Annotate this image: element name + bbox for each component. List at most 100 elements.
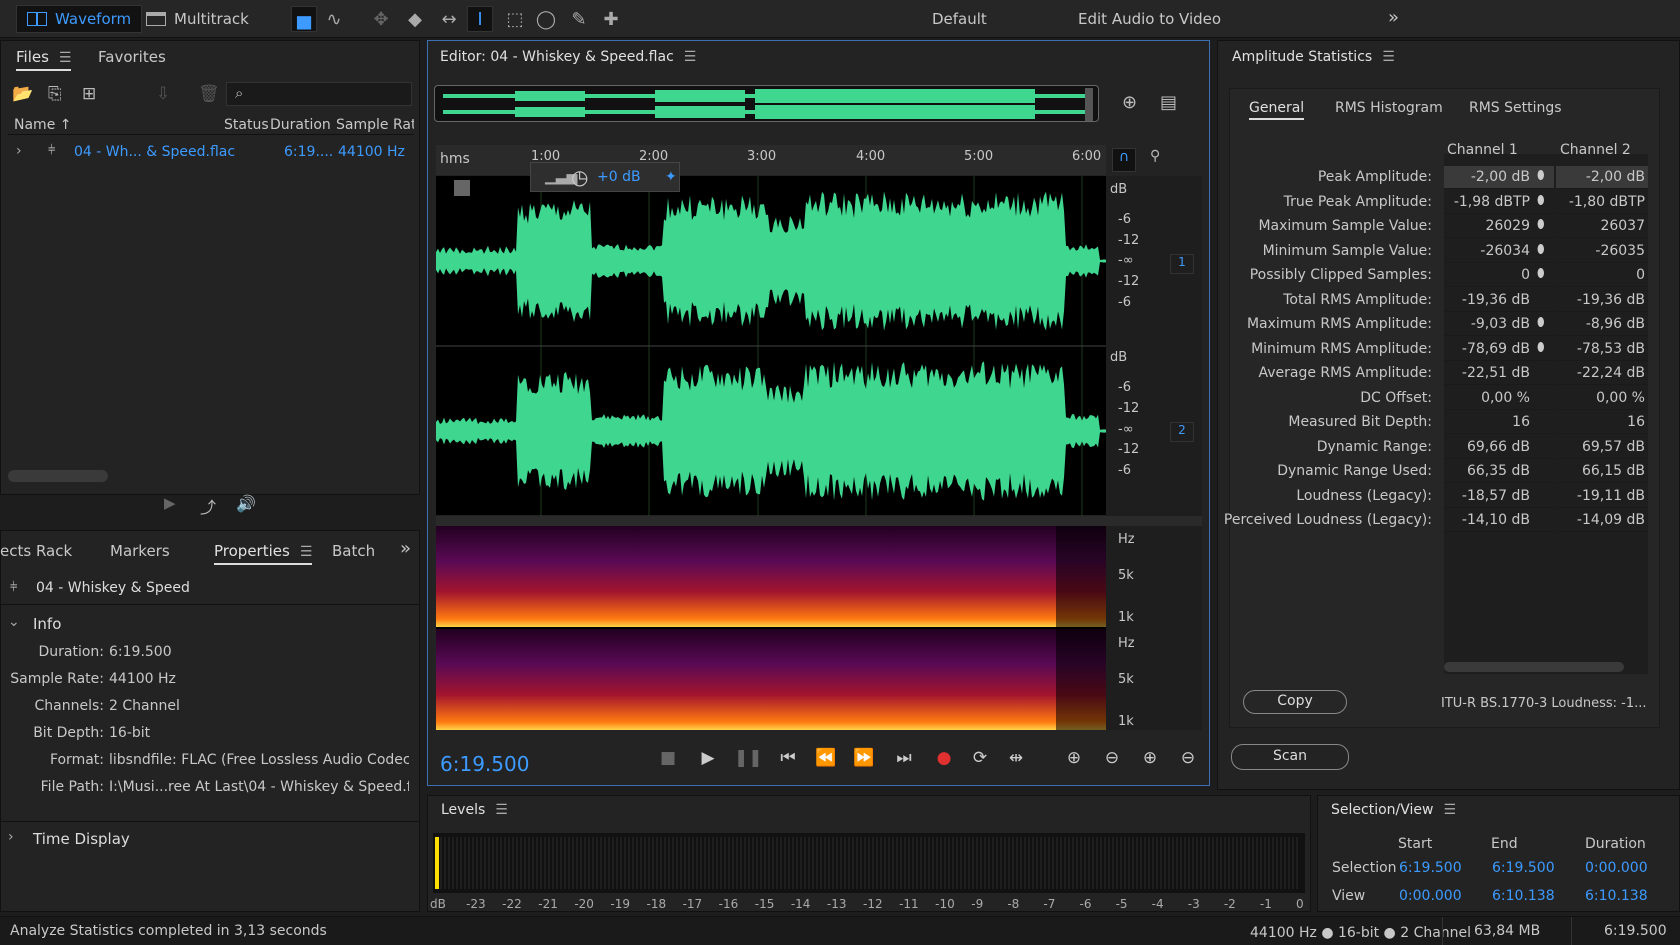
info-section[interactable]: Info — [33, 615, 61, 633]
copy-button[interactable]: Copy — [1243, 690, 1347, 714]
move-tool-icon[interactable]: ✥ — [368, 6, 394, 32]
new-file-icon[interactable]: ⊞ — [82, 84, 96, 104]
selection-end[interactable]: 6:19.500 — [1492, 860, 1555, 876]
skip-to-end-icon[interactable]: ⏭ — [890, 748, 918, 772]
stop-icon[interactable]: ■ — [654, 748, 682, 772]
current-time[interactable]: 6:19.500 — [440, 752, 529, 776]
menu-icon[interactable]: ☰ — [495, 802, 508, 818]
rewind-icon[interactable]: ⏪ — [812, 748, 840, 772]
workspace-edit-audio-to-video[interactable]: Edit Audio to Video — [1078, 10, 1221, 28]
scan-button[interactable]: Scan — [1231, 744, 1349, 770]
record-icon[interactable]: ● — [930, 748, 958, 772]
go-to-marker-icon[interactable]: ⬮ — [1537, 217, 1545, 232]
stats-scrollbar[interactable] — [1444, 662, 1624, 672]
level-meter — [433, 833, 1305, 893]
col-sample-rate[interactable]: Sample Rate — [336, 117, 414, 133]
zoom-in-time-icon[interactable]: ⊕ — [1136, 748, 1164, 772]
skip-to-start-icon[interactable]: ⏮ — [774, 748, 802, 772]
tab-properties[interactable]: Properties ☰ — [214, 542, 313, 565]
time-display-section[interactable]: Time Display — [33, 830, 130, 848]
files-search-input[interactable]: ⌕ — [226, 82, 412, 106]
go-to-marker-icon[interactable]: ⬮ — [1537, 242, 1545, 257]
view-end[interactable]: 6:10.138 — [1492, 888, 1555, 904]
menu-icon[interactable]: ☰ — [684, 49, 697, 65]
tab-rms-settings[interactable]: RMS Settings — [1469, 100, 1562, 116]
fast-forward-icon[interactable]: ⏩ — [850, 748, 878, 772]
waveform-settings-icon[interactable]: ▤ — [1160, 92, 1177, 113]
stat-value-ch1: -22,51 dB — [1444, 362, 1554, 385]
loop-playback-icon[interactable]: ⟳ — [966, 748, 994, 772]
stat-value-ch2: -14,09 dB — [1556, 509, 1648, 532]
import-file-icon[interactable]: ⎘ — [48, 84, 62, 104]
spectral-view-icon[interactable]: ∿ — [321, 6, 347, 32]
tab-files[interactable]: Files ☰ — [16, 48, 72, 71]
skip-selection-icon[interactable]: ⇹ — [1002, 748, 1030, 772]
multitrack-mode-button[interactable]: Multitrack — [136, 5, 259, 33]
col-name[interactable]: Name ↑ — [14, 117, 72, 133]
menu-icon[interactable]: ☰ — [1382, 49, 1395, 65]
go-to-marker-icon[interactable]: ⬮ — [1537, 193, 1545, 208]
ruler-unit: hms — [440, 151, 470, 167]
insert-icon[interactable]: ⇩ — [156, 84, 170, 104]
waveform-view-icon[interactable]: ▅ — [291, 6, 317, 32]
stat-value-ch2: 0 — [1556, 264, 1648, 287]
file-name[interactable]: 04 - Wh... & Speed.flac — [74, 144, 235, 160]
slip-tool-icon[interactable]: ↔ — [436, 6, 462, 32]
waveform-mode-button[interactable]: Waveform — [16, 5, 143, 33]
tab-rms-histogram[interactable]: RMS Histogram — [1335, 100, 1443, 116]
col-status[interactable]: Status — [224, 117, 269, 133]
col-duration[interactable]: Duration — [270, 117, 331, 133]
zoom-to-fit-icon[interactable]: ⊕ — [1122, 92, 1137, 113]
collapse-icon[interactable]: ⌄ — [8, 614, 20, 630]
go-to-marker-icon[interactable]: ⬮ — [1537, 315, 1545, 330]
go-to-marker-icon[interactable]: ⬮ — [1537, 168, 1545, 183]
marker-icon[interactable]: ⚲ — [1150, 148, 1160, 164]
menu-icon[interactable]: ☰ — [1443, 802, 1456, 818]
expand-icon[interactable]: › — [16, 143, 22, 159]
overview-navigator[interactable] — [434, 85, 1099, 122]
spectral-display[interactable] — [436, 526, 1106, 730]
tab-effects-rack[interactable]: ects Rack — [0, 542, 72, 560]
razor-tool-icon[interactable]: ◆ — [402, 6, 428, 32]
more-workspaces-icon[interactable]: » — [1388, 7, 1399, 28]
workspace-default[interactable]: Default — [932, 10, 987, 28]
info-label: File Path: — [40, 779, 104, 795]
view-duration[interactable]: 6:10.138 — [1585, 888, 1648, 904]
meter-label: -22 — [502, 897, 522, 911]
zoom-out-time-icon[interactable]: ⊖ — [1174, 748, 1202, 772]
stat-label: True Peak Amplitude: — [1283, 193, 1432, 210]
pause-icon[interactable]: ❚❚ — [734, 748, 763, 772]
go-to-marker-icon[interactable]: ⬮ — [1537, 266, 1545, 281]
meter-label: -15 — [754, 897, 775, 911]
hz-label: Hz — [1118, 636, 1135, 651]
lasso-tool-icon[interactable]: ◯ — [533, 6, 559, 32]
spot-healing-icon[interactable]: ✚ — [598, 6, 624, 32]
stats-row: Minimum RMS Amplitude: -78,69 dB ⬮ -78,53 d… — [0, 338, 1680, 362]
meter-ticks — [440, 837, 1298, 889]
delete-icon[interactable]: 🗑 — [198, 84, 220, 104]
expand-icon[interactable]: › — [8, 829, 14, 845]
stats-row: Maximum Sample Value: 26029 ⬮ 26037 — [0, 215, 1680, 239]
tab-batch[interactable]: Batch — [332, 542, 375, 560]
tab-markers[interactable]: Markers — [110, 542, 170, 560]
menu-icon[interactable]: ☰ — [300, 544, 313, 560]
marquee-tool-icon[interactable]: ⬚ — [502, 6, 528, 32]
play-icon[interactable]: ▶ — [694, 748, 722, 772]
go-to-marker-icon[interactable]: ⬮ — [1537, 340, 1545, 355]
zoom-out-amplitude-icon[interactable]: ⊖ — [1098, 748, 1126, 772]
view-start[interactable]: 0:00.000 — [1399, 888, 1462, 904]
search-icon: ⌕ — [235, 84, 244, 102]
file-row[interactable]: › ⫩ 04 - Wh... & Speed.flac 6:19.... 441… — [8, 141, 414, 165]
zoom-in-amplitude-icon[interactable]: ⊕ — [1060, 748, 1088, 772]
stats-row: Minimum Sample Value: -26034 ⬮ -26035 — [0, 240, 1680, 264]
tab-favorites[interactable]: Favorites — [98, 48, 166, 66]
open-file-icon[interactable]: 📂 — [12, 84, 33, 104]
tab-general[interactable]: General — [1249, 100, 1305, 120]
hz-tick: 1k — [1118, 610, 1134, 625]
brush-tool-icon[interactable]: ✎ — [566, 6, 592, 32]
time-selection-tool-icon[interactable]: I — [467, 6, 493, 32]
selection-start[interactable]: 6:19.500 — [1399, 860, 1462, 876]
more-tabs-icon[interactable]: » — [400, 538, 411, 559]
selection-duration[interactable]: 0:00.000 — [1585, 860, 1648, 876]
menu-icon[interactable]: ☰ — [59, 50, 72, 66]
